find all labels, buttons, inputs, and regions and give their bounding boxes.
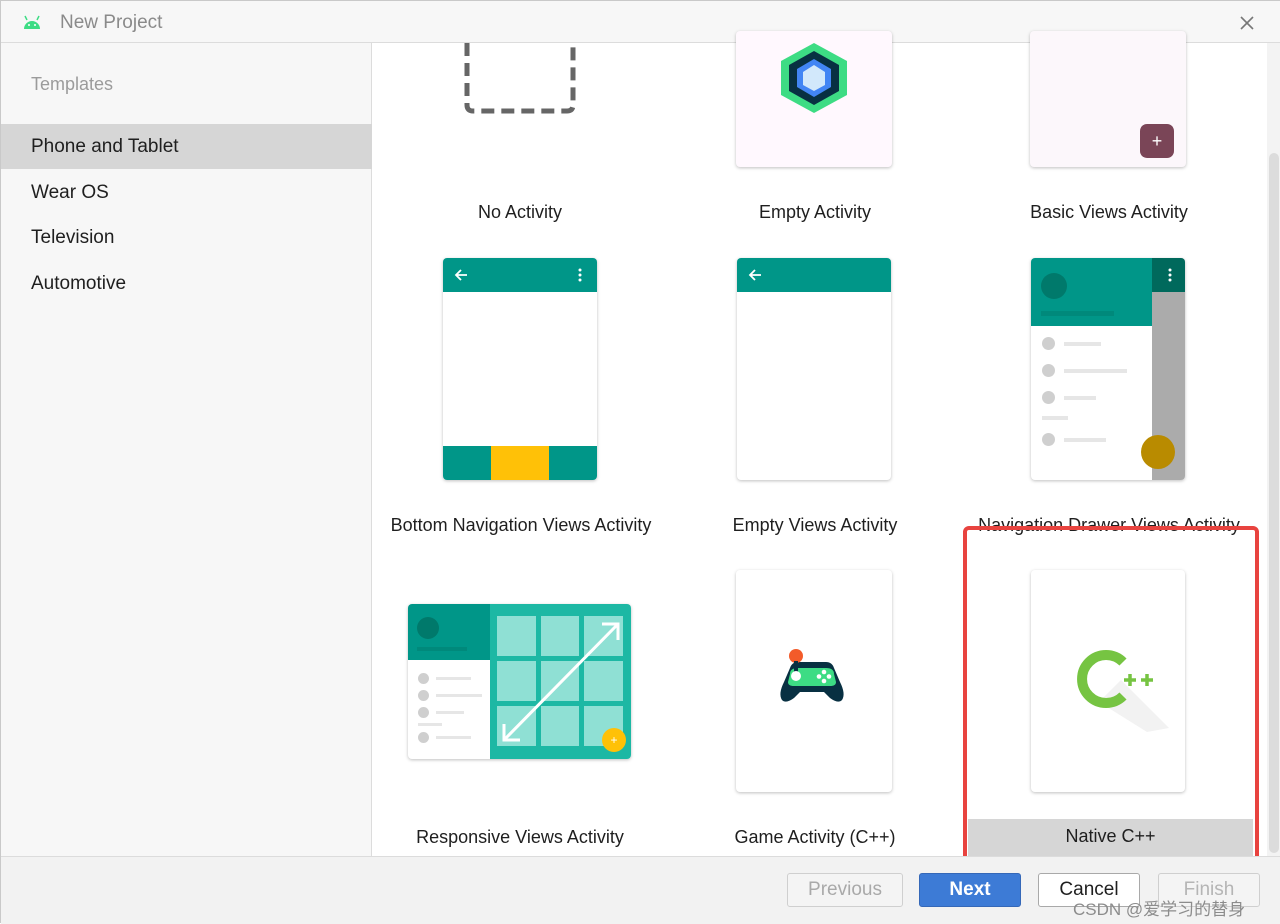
template-label: Basic Views Activity xyxy=(1030,202,1188,222)
compose-logo-icon xyxy=(781,43,847,113)
template-preview: + xyxy=(1030,31,1186,167)
pane-header-line xyxy=(417,647,467,651)
close-icon[interactable] xyxy=(1233,9,1261,37)
dialog-title: New Project xyxy=(60,12,163,33)
grid-pane: + xyxy=(490,604,631,759)
sidebar-item-wear-os[interactable]: Wear OS xyxy=(1,170,372,215)
arrow-back-icon xyxy=(748,269,761,281)
drawer-header-line xyxy=(1041,311,1114,316)
drawer-item-dot xyxy=(1042,337,1055,350)
drawer-item-line xyxy=(1064,369,1127,373)
avatar xyxy=(417,617,439,639)
dashed-frame-icon xyxy=(464,43,576,114)
template-label: Bottom Navigation Views Activity xyxy=(390,515,652,535)
template-preview xyxy=(443,258,597,480)
scrollbar-thumb[interactable] xyxy=(1269,153,1279,853)
list-divider xyxy=(418,723,442,726)
watermark: CSDN @爱学习的替身 xyxy=(1073,900,1246,919)
android-icon xyxy=(24,15,40,29)
list-line xyxy=(436,711,464,714)
list-line xyxy=(436,677,471,680)
list-dot xyxy=(418,707,429,718)
sidebar-item-automotive[interactable]: Automotive xyxy=(1,261,372,306)
template-label: Responsive Views Activity xyxy=(416,827,624,847)
list-line xyxy=(436,694,482,697)
drawer-item-dot xyxy=(1042,364,1055,377)
drawer-item-line xyxy=(1064,438,1106,442)
fab-icon xyxy=(1141,435,1175,469)
template-label: Game Activity (C++) xyxy=(734,827,896,847)
drawer-item-line xyxy=(1064,396,1096,400)
sidebar-item-television[interactable]: Television xyxy=(1,215,372,260)
template-preview: + xyxy=(408,604,631,759)
fab-plus-icon: + xyxy=(1140,124,1174,158)
templates-sidebar: Templates Phone and Tablet Wear OS Telev… xyxy=(1,43,372,856)
list-dot xyxy=(418,690,429,701)
bottom-nav-selected xyxy=(491,446,549,480)
arrow-back-icon xyxy=(454,269,467,281)
drawer-divider xyxy=(1042,416,1068,420)
drawer-item-dot xyxy=(1042,391,1055,404)
fab-plus-icon: + xyxy=(602,728,626,752)
template-label: No Activity xyxy=(477,202,563,222)
template-label: Empty Views Activity xyxy=(732,515,898,535)
sidebar-item-phone-and-tablet[interactable]: Phone and Tablet xyxy=(1,124,372,169)
gamepad-icon xyxy=(780,649,844,702)
selection-highlight xyxy=(963,526,1259,865)
list-dot xyxy=(418,673,429,684)
template-preview xyxy=(737,258,891,480)
template-preview xyxy=(1031,258,1185,480)
list-dot xyxy=(418,732,429,743)
avatar xyxy=(1041,273,1067,299)
sidebar-header: Templates xyxy=(31,74,114,94)
new-project-dialog: New Project Templates Phone and Tablet W… xyxy=(0,0,1280,924)
list-line xyxy=(436,736,471,739)
more-vert-icon xyxy=(1168,268,1172,282)
drawer-item-line xyxy=(1064,342,1101,346)
drawer-item-dot xyxy=(1042,433,1055,446)
next-button[interactable]: Next xyxy=(919,873,1021,907)
template-label: Empty Activity xyxy=(758,202,872,222)
more-vert-icon xyxy=(578,268,582,282)
previous-button[interactable]: Previous xyxy=(787,873,903,907)
template-preview xyxy=(736,570,892,792)
